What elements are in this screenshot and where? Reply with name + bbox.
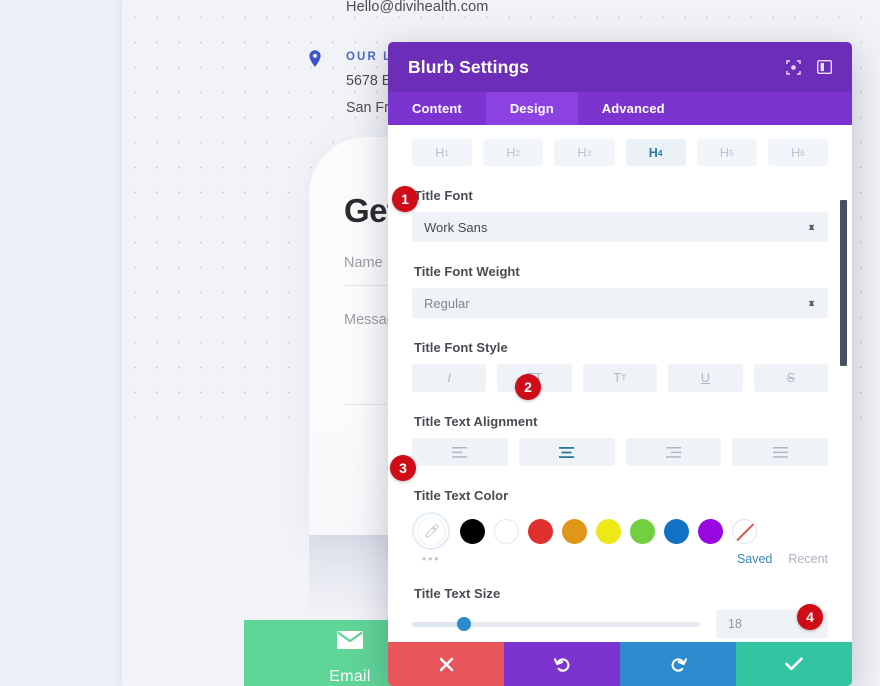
tab-advanced[interactable]: Advanced	[578, 92, 689, 125]
align-justify-icon[interactable]	[732, 438, 828, 466]
modal-header-actions	[786, 59, 833, 75]
eyedropper-button[interactable]	[412, 512, 450, 550]
title-font-weight-label: Title Font Weight	[414, 264, 520, 279]
title-text-alignment-row	[412, 438, 828, 466]
tab-design[interactable]: Design	[485, 92, 578, 125]
title-font-weight-select[interactable]: Regular ▲ ▼	[412, 288, 828, 318]
title-font-select[interactable]: Work Sans ▲ ▼	[412, 212, 828, 242]
tab-content[interactable]: Content	[388, 92, 486, 125]
swatch-black[interactable]	[460, 518, 485, 544]
eyedropper-icon	[416, 516, 446, 546]
h3-sub: 3	[586, 147, 592, 158]
color-options-row: ••• Saved Recent	[412, 551, 828, 566]
heading-level-h4[interactable]: H4	[625, 139, 686, 166]
heading-level-h5[interactable]: H5	[696, 139, 757, 166]
modal-scrollbar[interactable]	[840, 200, 847, 366]
modal-footer	[388, 642, 852, 686]
swatch-white[interactable]	[494, 518, 519, 544]
modal-header: Blurb Settings	[388, 42, 852, 92]
title-text-size-row: 18	[412, 610, 828, 638]
title-font-style-row: I TT TT U S	[412, 364, 829, 392]
align-right-icon[interactable]	[625, 438, 722, 466]
saved-colors-tab[interactable]: Saved	[737, 552, 772, 566]
modal-body: H1 H2 H3 H4 H5 H6 Title Font Work Sans ▲…	[388, 125, 852, 642]
blurb-settings-modal: Blurb Settings Content Design Advanced H…	[388, 42, 852, 686]
swatch-yellow[interactable]	[596, 518, 621, 544]
swatch-orange[interactable]	[562, 518, 587, 544]
more-colors-button[interactable]: •••	[412, 551, 450, 566]
h5-sub: 5	[728, 147, 734, 158]
h2-sub: 2	[515, 147, 521, 158]
swatch-red[interactable]	[528, 518, 553, 544]
annotation-badge-1: 1	[392, 186, 418, 212]
h4-label: H	[648, 145, 658, 160]
annotation-badge-3: 3	[390, 455, 416, 481]
heading-level-row: H1 H2 H3 H4 H5 H6	[412, 125, 829, 166]
modal-title: Blurb Settings	[408, 56, 529, 77]
title-text-size-label: Title Text Size	[414, 586, 501, 601]
save-button[interactable]	[736, 642, 852, 686]
heading-level-h1[interactable]: H1	[412, 139, 473, 166]
title-font-value: Work Sans	[424, 219, 488, 235]
redo-arrow-icon	[670, 656, 687, 673]
align-left-icon[interactable]	[412, 438, 508, 466]
title-text-alignment-label: Title Text Alignment	[414, 414, 538, 429]
color-tabs: Saved Recent	[737, 552, 828, 566]
title-font-label: Title Font	[414, 188, 473, 203]
slider-handle[interactable]	[456, 617, 471, 631]
title-text-color-label: Title Text Color	[414, 488, 509, 503]
redo-button[interactable]	[620, 642, 736, 686]
checkmark-icon	[785, 657, 803, 671]
recent-colors-tab[interactable]: Recent	[788, 552, 828, 566]
swatch-none[interactable]	[732, 518, 757, 544]
h6-sub: 6	[800, 147, 805, 158]
color-swatch-row	[412, 512, 828, 550]
strikethrough-icon[interactable]: S	[753, 364, 829, 392]
h3-label: H	[577, 145, 587, 160]
h4-sub: 4	[657, 147, 663, 158]
h2-label: H	[506, 145, 516, 160]
undo-button[interactable]	[504, 642, 620, 686]
annotation-badge-2: 2	[515, 374, 541, 400]
annotation-badge-4: 4	[797, 604, 823, 630]
h1-sub: 1	[444, 147, 449, 158]
italic-icon[interactable]: I	[412, 364, 487, 392]
swatch-green[interactable]	[630, 518, 655, 544]
h6-label: H	[791, 145, 801, 160]
underline-icon[interactable]: U	[668, 364, 743, 392]
swatch-purple[interactable]	[698, 518, 723, 544]
align-center-icon[interactable]	[518, 438, 615, 466]
h5-label: H	[719, 145, 729, 160]
cancel-button[interactable]	[388, 642, 504, 686]
layout-panel-icon[interactable]	[816, 59, 833, 75]
title-text-size-slider[interactable]	[412, 617, 700, 631]
heading-level-h6[interactable]: H6	[767, 139, 829, 166]
swatch-blue[interactable]	[664, 518, 689, 544]
small-caps-icon[interactable]: TT	[582, 364, 658, 392]
focus-target-icon[interactable]	[786, 59, 801, 75]
h1-label: H	[435, 145, 445, 160]
title-font-style-label: Title Font Style	[414, 340, 508, 355]
close-x-icon	[439, 657, 454, 672]
heading-level-h2[interactable]: H2	[483, 139, 544, 166]
contact-email-text: Hello@divihealth.com	[346, 0, 489, 15]
title-font-weight-value: Regular	[424, 295, 470, 311]
heading-level-h3[interactable]: H3	[554, 139, 615, 166]
map-pin-icon	[307, 49, 323, 69]
undo-arrow-icon	[553, 656, 571, 673]
modal-tab-bar: Content Design Advanced	[388, 92, 852, 125]
